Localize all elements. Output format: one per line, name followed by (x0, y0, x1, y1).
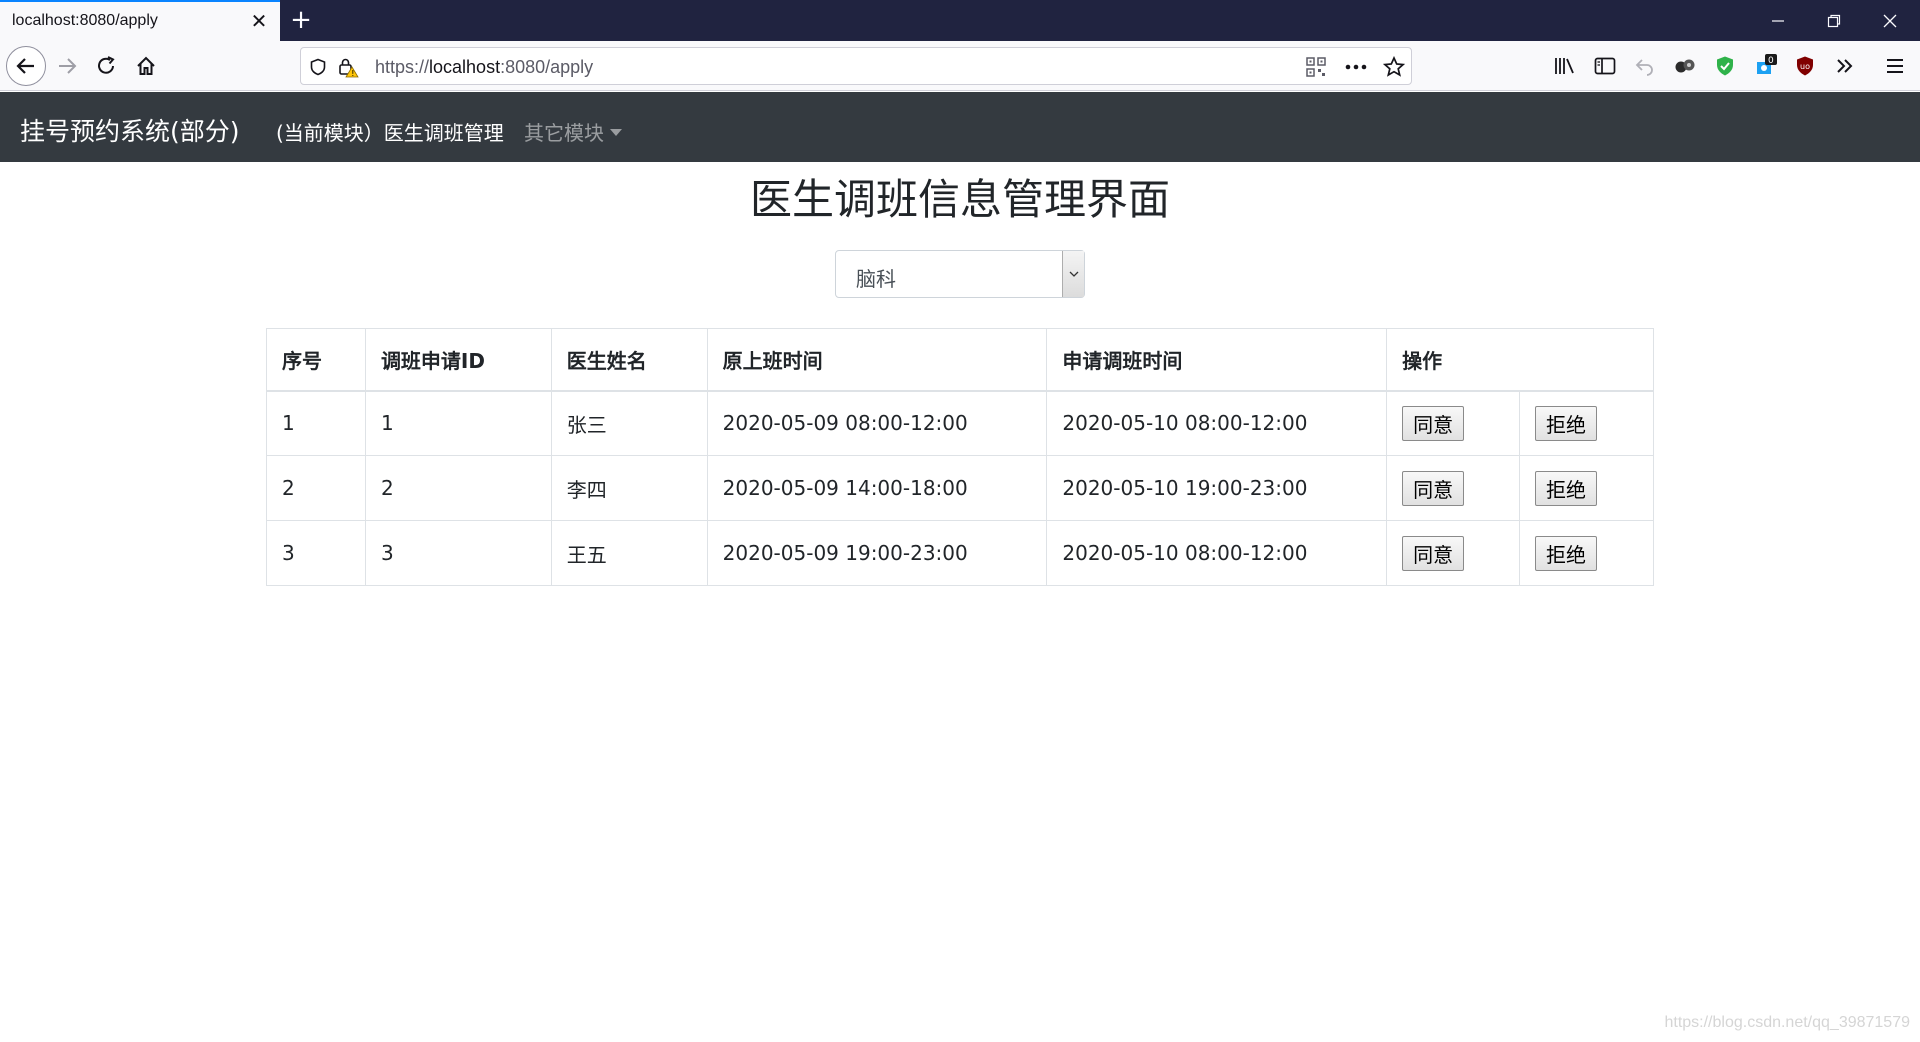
forward-arrow-icon[interactable] (50, 49, 84, 83)
cell-no: 3 (266, 520, 366, 586)
caret-down-icon (610, 129, 622, 136)
address-bar[interactable]: ! https://localhost:8080/apply (300, 47, 1412, 85)
cell-requested-time: 2020-05-10 08:00-12:00 (1046, 520, 1388, 586)
col-header-actions: 操作 (1386, 328, 1654, 392)
reject-button[interactable]: 拒绝 (1535, 470, 1598, 506)
cell-original-time: 2020-05-09 19:00-23:00 (706, 520, 1048, 586)
reject-button[interactable]: 拒绝 (1535, 535, 1598, 571)
cell-requested-time: 2020-05-10 19:00-23:00 (1046, 455, 1388, 521)
watermark-text: https://blog.csdn.net/qq_39871579 (1664, 1014, 1910, 1031)
table-row: 3 3 王五 2020-05-09 19:00-23:00 2020-05-10… (266, 520, 1654, 586)
more-actions-icon[interactable] (1345, 56, 1367, 78)
department-select-value: 脑科 (856, 267, 896, 291)
shift-apply-table: 序号 调班申请ID 医生姓名 原上班时间 申请调班时间 操作 1 1 张三 20… (266, 328, 1654, 586)
shield-check-extension-icon[interactable] (1710, 51, 1740, 81)
cell-reject: 拒绝 (1519, 390, 1654, 456)
library-icon[interactable] (1550, 51, 1580, 81)
cell-no: 2 (266, 455, 366, 521)
browser-toolbar: ! https://localhost:8080/apply 0 uo (0, 41, 1920, 91)
chevron-down-icon[interactable] (1062, 251, 1084, 297)
svg-text:0: 0 (1768, 56, 1774, 66)
home-icon[interactable] (129, 49, 163, 83)
reload-icon[interactable] (89, 49, 123, 83)
cell-reject: 拒绝 (1519, 520, 1654, 586)
col-header-original-time: 原上班时间 (706, 328, 1048, 392)
col-header-no: 序号 (266, 328, 366, 392)
shield-icon[interactable] (307, 56, 329, 78)
close-tab-icon[interactable]: ✕ (248, 9, 270, 33)
restore-icon[interactable] (1806, 0, 1862, 41)
cell-agree: 同意 (1386, 520, 1521, 586)
cell-original-time: 2020-05-09 14:00-18:00 (706, 455, 1048, 521)
col-header-requested-time: 申请调班时间 (1046, 328, 1388, 392)
overflow-chevron-icon[interactable] (1830, 51, 1860, 81)
cell-doctor-name: 李四 (550, 455, 708, 521)
cell-apply-id: 3 (364, 520, 552, 586)
cell-no: 1 (266, 390, 366, 456)
cell-reject: 拒绝 (1519, 455, 1654, 521)
cell-doctor-name: 张三 (550, 390, 708, 456)
cell-apply-id: 1 (364, 390, 552, 456)
back-arrow-icon[interactable] (6, 46, 46, 86)
browser-tab-bar: localhost:8080/apply ✕ + (0, 0, 1920, 41)
close-window-icon[interactable] (1862, 0, 1918, 41)
agree-button[interactable]: 同意 (1402, 405, 1465, 441)
url-text[interactable]: https://localhost:8080/apply (375, 57, 593, 78)
nav-other-modules-label: 其它模块 (524, 121, 604, 145)
tab-title: localhost:8080/apply (12, 12, 158, 29)
cell-requested-time: 2020-05-10 08:00-12:00 (1046, 390, 1388, 456)
brand-title[interactable]: 挂号预约系统(部分) (20, 112, 240, 148)
browser-tab[interactable]: localhost:8080/apply ✕ (0, 0, 280, 41)
qr-code-icon[interactable] (1305, 56, 1327, 78)
hamburger-menu-icon[interactable] (1880, 51, 1910, 81)
nav-current-module[interactable]: (当前模块）医生调班管理 (276, 117, 504, 146)
page-title: 医生调班信息管理界面 (749, 175, 1170, 224)
extension-glasses-icon[interactable] (1670, 51, 1700, 81)
col-header-doctor-name: 医生姓名 (550, 328, 708, 392)
table-row: 1 1 张三 2020-05-09 08:00-12:00 2020-05-10… (266, 390, 1654, 456)
cell-agree: 同意 (1386, 455, 1521, 521)
new-tab-icon[interactable]: + (287, 6, 315, 34)
bookmark-star-icon[interactable] (1383, 56, 1405, 78)
cell-agree: 同意 (1386, 390, 1521, 456)
nav-other-modules-dropdown[interactable]: 其它模块 (524, 117, 622, 146)
extension-badge-icon[interactable]: 0 (1750, 51, 1780, 81)
svg-text:uo: uo (1800, 62, 1810, 71)
cell-apply-id: 2 (364, 455, 552, 521)
undo-arrow-icon[interactable] (1630, 51, 1660, 81)
svg-text:!: ! (351, 69, 354, 78)
app-navbar: 挂号预约系统(部分) (当前模块）医生调班管理 其它模块 (0, 92, 1920, 162)
minimize-icon[interactable] (1750, 0, 1806, 41)
table-header-row: 序号 调班申请ID 医生姓名 原上班时间 申请调班时间 操作 (266, 328, 1654, 392)
agree-button[interactable]: 同意 (1402, 470, 1465, 506)
cell-original-time: 2020-05-09 08:00-12:00 (706, 390, 1048, 456)
reject-button[interactable]: 拒绝 (1535, 405, 1598, 441)
sidebar-icon[interactable] (1590, 51, 1620, 81)
table-row: 2 2 李四 2020-05-09 14:00-18:00 2020-05-10… (266, 455, 1654, 521)
col-header-apply-id: 调班申请ID (364, 328, 552, 392)
insecure-lock-icon[interactable]: ! (337, 56, 359, 78)
department-select[interactable]: 脑科 (835, 250, 1085, 298)
ublock-origin-icon[interactable]: uo (1790, 51, 1820, 81)
cell-doctor-name: 王五 (550, 520, 708, 586)
agree-button[interactable]: 同意 (1402, 535, 1465, 571)
